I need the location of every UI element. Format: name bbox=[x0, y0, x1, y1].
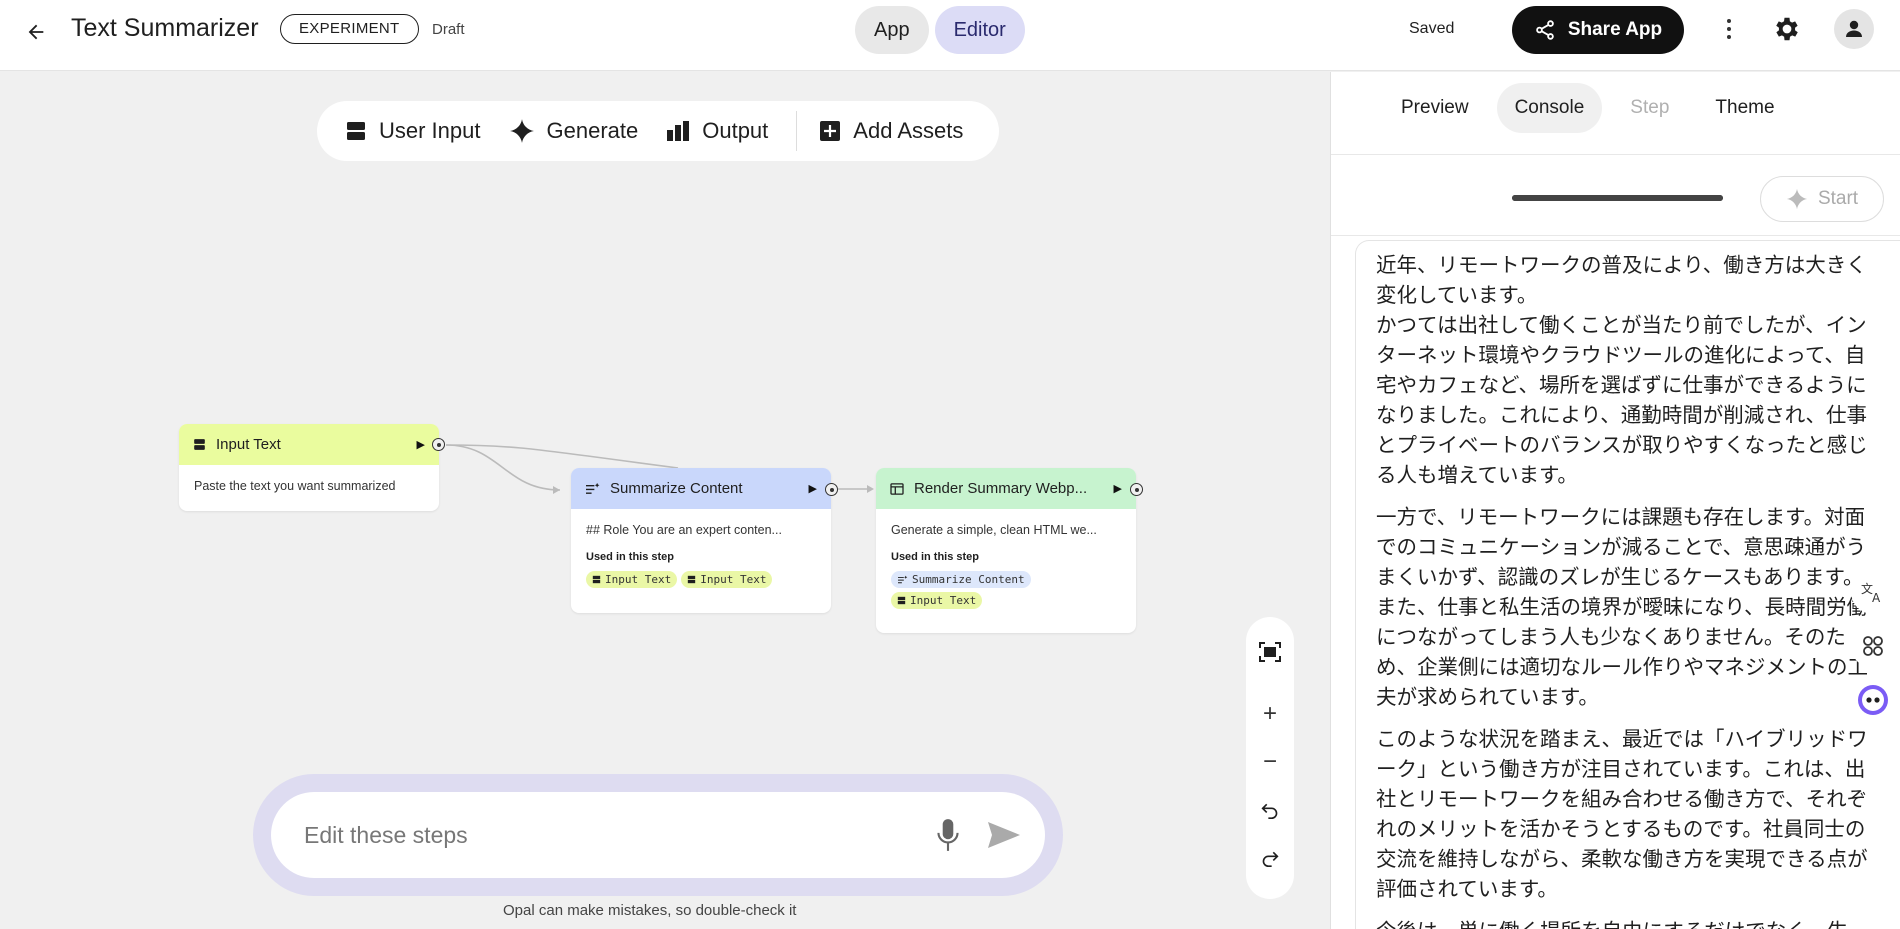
editor-canvas[interactable]: User Input Generate Output Add Assets In… bbox=[0, 72, 1330, 929]
wire-input-to-render bbox=[445, 444, 679, 469]
back-button[interactable] bbox=[16, 12, 56, 52]
floating-side-tools: 文A bbox=[1851, 570, 1900, 732]
node-render-summary[interactable]: Render Summary Webp... ▶ Generate a simp… bbox=[876, 468, 1136, 633]
output-paragraph: 今後は、単に働く場所を自由にするだけでなく、生 bbox=[1376, 917, 1881, 929]
node-output-port[interactable] bbox=[825, 483, 838, 496]
output-paragraph: 一方で、リモートワークには課題も存在します。対面でのコミュニケーションが減ること… bbox=[1376, 506, 1868, 709]
side-panel: Preview Console Step Theme Start 近年、リモート… bbox=[1330, 72, 1900, 929]
generate-text-icon bbox=[586, 482, 600, 494]
assistant-button[interactable] bbox=[1851, 678, 1895, 722]
edit-steps-input[interactable] bbox=[304, 821, 935, 849]
chip-list: Summarize Content Input Text bbox=[891, 571, 1121, 609]
share-icon bbox=[1536, 20, 1554, 40]
node-output-port[interactable] bbox=[432, 438, 445, 451]
progress-bar bbox=[1512, 195, 1723, 201]
start-button[interactable]: Start bbox=[1760, 176, 1884, 222]
user-input-icon bbox=[194, 439, 205, 450]
chip-input-text[interactable]: Input Text bbox=[891, 592, 983, 609]
share-app-button[interactable]: Share App bbox=[1512, 6, 1684, 54]
chip-input-text[interactable]: Input Text bbox=[586, 571, 678, 588]
node-title: Render Summary Webp... bbox=[914, 480, 1088, 497]
node-input-text[interactable]: Input Text ▶ Paste the text you want sum… bbox=[179, 424, 439, 511]
apps-button[interactable] bbox=[1851, 624, 1895, 668]
node-header: Input Text ▶ bbox=[179, 424, 439, 465]
undo-button[interactable] bbox=[1253, 793, 1287, 827]
plus-icon: + bbox=[1262, 700, 1277, 727]
chip-summarize-content[interactable]: Summarize Content bbox=[891, 571, 1031, 588]
node-description: ## Role You are an expert conten... bbox=[586, 523, 782, 537]
console-output[interactable]: 近年、リモートワークの普及により、働き方は大きく変化しています。 かつては出社し… bbox=[1355, 240, 1900, 929]
prompt-container bbox=[253, 774, 1063, 896]
zoom-out-button[interactable]: − bbox=[1253, 745, 1287, 779]
tab-console[interactable]: Console bbox=[1496, 83, 1603, 133]
app-header: Text Summarizer EXPERIMENT Draft App Edi… bbox=[0, 0, 1900, 71]
play-icon[interactable]: ▶ bbox=[1114, 482, 1122, 495]
zoom-in-button[interactable]: + bbox=[1253, 697, 1287, 731]
mode-editor-button[interactable]: Editor bbox=[934, 6, 1025, 54]
redo-icon bbox=[1262, 851, 1279, 867]
user-input-icon bbox=[688, 575, 696, 584]
avatar[interactable] bbox=[1834, 9, 1874, 49]
output-paragraph: 近年、リモートワークの普及により、働き方は大きく変化しています。 かつては出社し… bbox=[1376, 254, 1868, 487]
sparkle-icon bbox=[1786, 188, 1808, 210]
fit-view-button[interactable] bbox=[1253, 635, 1287, 669]
node-header: Summarize Content ▶ bbox=[571, 468, 831, 509]
tab-preview[interactable]: Preview bbox=[1383, 83, 1487, 133]
tab-theme[interactable]: Theme bbox=[1697, 83, 1792, 133]
redo-button[interactable] bbox=[1253, 841, 1287, 875]
gear-icon[interactable] bbox=[1772, 14, 1802, 44]
divider bbox=[1331, 235, 1900, 236]
progress-fill bbox=[1512, 195, 1723, 201]
share-app-label: Share App bbox=[1567, 19, 1663, 40]
app-title: Text Summarizer bbox=[71, 14, 259, 42]
node-header: Render Summary Webp... ▶ bbox=[876, 468, 1136, 509]
node-title: Summarize Content bbox=[610, 480, 743, 497]
play-icon[interactable]: ▶ bbox=[417, 438, 425, 451]
disclaimer-text: Opal can make mistakes, so double-check … bbox=[503, 902, 797, 919]
prompt-box bbox=[271, 792, 1045, 878]
wire-arrow bbox=[867, 485, 874, 493]
generate-text-icon bbox=[898, 575, 908, 584]
panel-tabs: Preview Console Step Theme bbox=[1331, 83, 1900, 133]
arrow-left-icon bbox=[28, 24, 44, 40]
mode-toggle: App Editor bbox=[855, 6, 1025, 54]
mode-app-button[interactable]: App bbox=[855, 6, 929, 54]
tab-step[interactable]: Step bbox=[1612, 83, 1687, 133]
user-input-icon bbox=[897, 596, 906, 605]
node-description: Generate a simple, clean HTML we... bbox=[891, 523, 1097, 537]
divider bbox=[1331, 154, 1900, 155]
fit-screen-icon bbox=[1259, 642, 1281, 662]
draft-status: Draft bbox=[432, 21, 465, 38]
send-icon[interactable] bbox=[987, 821, 1021, 849]
zoom-controls: + − bbox=[1246, 617, 1294, 899]
undo-icon bbox=[1261, 803, 1278, 819]
play-icon[interactable]: ▶ bbox=[809, 482, 817, 495]
node-output-port[interactable] bbox=[1130, 483, 1143, 496]
apps-grid-icon bbox=[1863, 636, 1883, 656]
node-title: Input Text bbox=[216, 436, 281, 453]
svg-text:A: A bbox=[1872, 591, 1881, 604]
chip-input-text[interactable]: Input Text bbox=[681, 571, 773, 588]
wire-input-to-summarize bbox=[445, 444, 561, 491]
assistant-face-icon bbox=[1858, 685, 1888, 715]
wire-arrow bbox=[553, 486, 560, 494]
node-summarize-content[interactable]: Summarize Content ▶ ## Role You are an e… bbox=[571, 468, 831, 613]
experiment-badge: EXPERIMENT bbox=[280, 14, 419, 44]
translate-button[interactable]: 文A bbox=[1851, 570, 1895, 614]
more-options-icon[interactable] bbox=[1716, 14, 1742, 44]
chip-list: Input Text Input Text bbox=[586, 571, 816, 588]
user-input-icon bbox=[592, 575, 601, 584]
used-in-step-label: Used in this step bbox=[891, 551, 980, 563]
saved-status: Saved bbox=[1409, 20, 1455, 37]
person-icon bbox=[1846, 20, 1862, 37]
webpage-icon bbox=[890, 482, 904, 495]
translate-icon: 文A bbox=[1861, 581, 1881, 604]
used-in-step-label: Used in this step bbox=[586, 551, 675, 563]
microphone-icon[interactable] bbox=[935, 817, 961, 853]
output-paragraph: このような状況を踏まえ、最近では「ハイブリッドワーク」という働き方が注目されてい… bbox=[1376, 728, 1868, 901]
minus-icon: − bbox=[1262, 748, 1277, 775]
node-description: Paste the text you want summarized bbox=[194, 479, 396, 493]
